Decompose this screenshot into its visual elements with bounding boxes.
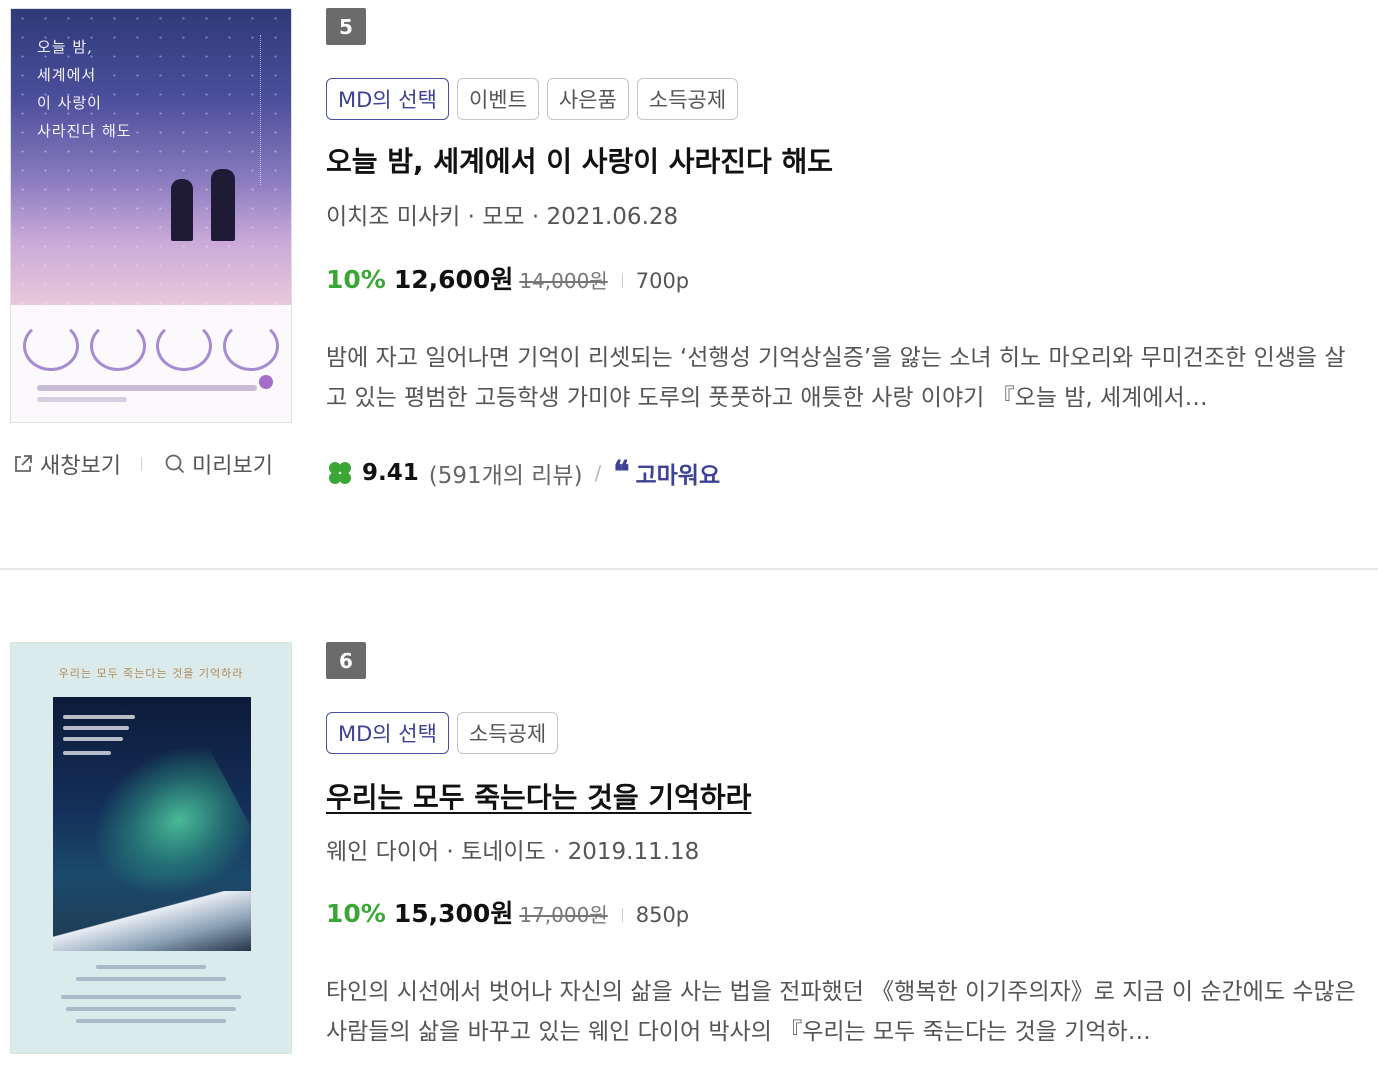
book-item-5: 오늘 밤, 세계에서 이 사랑이 사라진다 해도 새창보기 미리보기 5 MD의…: [0, 0, 1378, 568]
laurel-icon: [23, 321, 79, 371]
discount-rate: 10%: [326, 899, 386, 928]
badge-list: MD의 선택 이벤트 사은품 소득공제: [326, 78, 739, 120]
price-row: 10% 15,300원 17,000원 850p: [326, 894, 689, 930]
rating-score: 9.41: [362, 460, 419, 486]
new-window-button[interactable]: 새창보기: [12, 448, 121, 480]
laurel-icon: [89, 321, 146, 371]
book-title[interactable]: 우리는 모두 죽는다는 것을 기억하라: [326, 776, 751, 816]
badge-list: MD의 선택 소득공제: [326, 712, 559, 754]
book-title[interactable]: 오늘 밤, 세계에서 이 사랑이 사라진다 해도: [326, 140, 833, 180]
thanks-button[interactable]: 고마워요: [635, 456, 720, 490]
price-row: 10% 12,600원 14,000원 700p: [326, 260, 689, 296]
cover-title-text: 오늘 밤, 세계에서 이 사랑이 사라진다 해도: [37, 38, 132, 140]
book-meta: 이치조 미사키 · 모모 · 2021.06.28: [326, 204, 679, 230]
sale-price: 12,600원: [393, 265, 514, 294]
book-item-6: 우리는 모두 죽는다는 것을 기억하라 6 MD의 선택 소득공제 우리는 모두…: [0, 570, 1378, 1066]
original-price: 14,000원: [519, 269, 608, 293]
quote-icon: ❝: [613, 455, 630, 490]
preview-button[interactable]: 미리보기: [164, 448, 273, 480]
apple-icon: [259, 375, 273, 389]
clover-icon: [329, 462, 351, 484]
page-count: 850p: [635, 903, 690, 927]
book-description: 밤에 자고 일어나면 기억이 리셋되는 ‘선행성 기억상실증’을 앓는 소녀 히…: [326, 345, 1346, 411]
discount-rate: 10%: [326, 265, 386, 294]
original-price: 17,000원: [519, 903, 608, 927]
tax-deduction-badge: 소득공제: [636, 78, 739, 120]
cover-award-area: [11, 305, 291, 422]
book-cover[interactable]: 우리는 모두 죽는다는 것을 기억하라: [10, 642, 292, 1054]
page-count: 700p: [635, 269, 690, 293]
external-link-icon: [15, 455, 32, 472]
gift-badge: 사은품: [546, 78, 629, 120]
cover-top-text: 우리는 모두 죽는다는 것을 기억하라: [58, 667, 244, 680]
md-pick-badge: MD의 선택: [326, 78, 449, 120]
md-pick-badge: MD의 선택: [326, 712, 449, 754]
sale-price: 15,300원: [393, 899, 514, 928]
rank-badge: 6: [326, 642, 366, 679]
tax-deduction-badge: 소득공제: [456, 712, 559, 754]
rating-row: 9.41 (591개의 리뷰) / ❝ 고마워요: [326, 456, 720, 490]
event-badge: 이벤트: [456, 78, 539, 120]
book-cover[interactable]: 오늘 밤, 세계에서 이 사랑이 사라진다 해도: [10, 8, 292, 423]
cover-aurora-art: [53, 697, 251, 951]
laurel-icon: [156, 321, 213, 371]
laurel-icon: [222, 321, 279, 371]
book-description: 타인의 시선에서 벗어나 자신의 삶을 사는 법을 전파했던 《행복한 이기주의…: [326, 979, 1356, 1045]
book-meta: 웨인 다이어 · 토네이도 · 2019.11.18: [326, 839, 700, 865]
search-icon: [165, 454, 185, 474]
review-count[interactable]: (591개의 리뷰): [429, 456, 583, 490]
rank-badge: 5: [326, 8, 366, 45]
cover-actions: 새창보기 미리보기: [12, 448, 273, 480]
